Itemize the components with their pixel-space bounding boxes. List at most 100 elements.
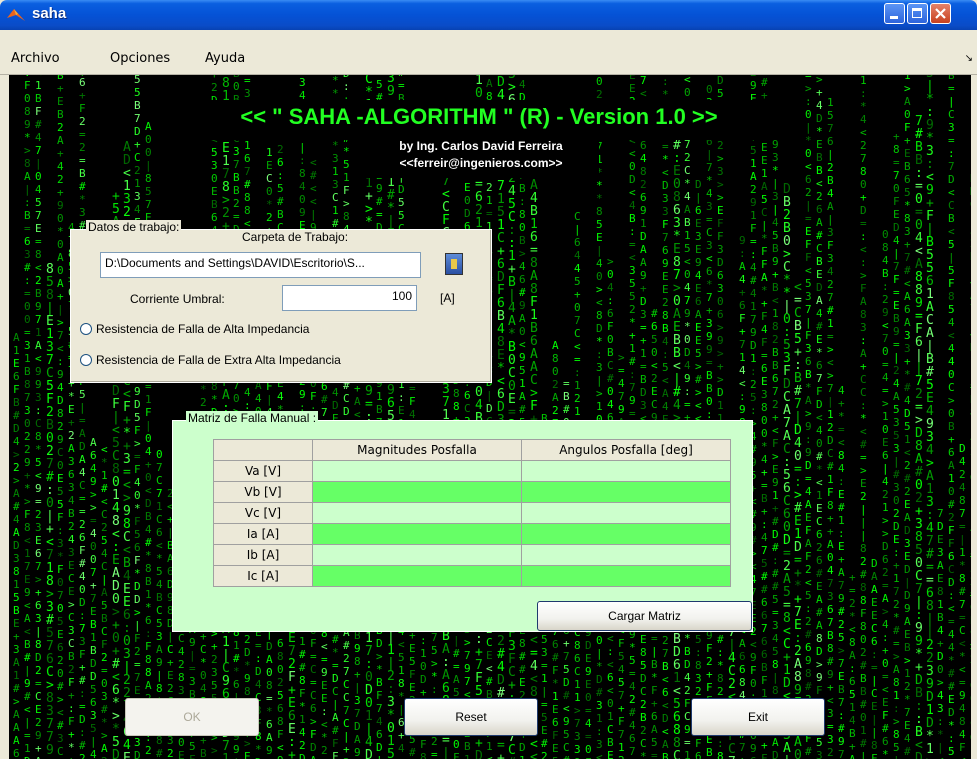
svg-text:=: = [35,495,42,508]
svg-text:=: = [101,664,108,677]
svg-text:4: 4 [816,307,823,320]
svg-text:0: 0 [629,160,636,173]
svg-text:5: 5 [618,650,625,663]
svg-text:2: 2 [431,735,438,748]
svg-text:>: > [882,527,889,540]
svg-text:4: 4 [948,316,955,329]
svg-text:6: 6 [211,211,218,224]
svg-text:1: 1 [904,433,911,446]
svg-text:9: 9 [772,255,779,268]
angle-cell[interactable] [521,565,731,587]
svg-text:F: F [618,637,625,650]
menu-opciones[interactable]: Opciones [110,51,170,66]
svg-text:+: + [860,360,867,373]
svg-text:#: # [35,118,42,131]
svg-text:6: 6 [277,156,284,169]
magnitude-cell[interactable] [312,523,522,545]
svg-text:<: < [101,495,108,508]
svg-text:A: A [651,723,658,736]
svg-text:5: 5 [761,193,768,206]
svg-text:1: 1 [156,500,163,513]
svg-text:D: D [145,497,152,510]
svg-text:1: 1 [332,204,339,217]
svg-text:#: # [816,567,823,580]
svg-text:2: 2 [57,654,64,667]
minimize-button[interactable] [884,3,905,24]
exit-button[interactable]: Exit [691,698,825,736]
menu-archivo[interactable]: Archivo [11,51,60,66]
svg-text:E: E [871,609,878,622]
svg-text:>: > [816,658,823,671]
svg-text:A: A [453,673,460,686]
svg-text:C: C [57,745,64,758]
svg-text:A: A [893,390,900,403]
threshold-input[interactable]: 100 [282,285,417,311]
svg-text:7: 7 [761,622,768,635]
menu-ayuda[interactable]: Ayuda [205,51,245,66]
angle-cell[interactable] [521,502,731,524]
svg-text:>: > [816,75,823,86]
svg-text:5: 5 [277,689,284,702]
svg-text:A: A [57,251,64,264]
magnitude-cell[interactable] [312,481,522,503]
svg-text:F: F [970,497,971,510]
svg-text:<: < [629,251,636,264]
svg-text:6: 6 [750,755,757,759]
svg-text:8: 8 [882,241,889,254]
maximize-button[interactable] [907,3,928,24]
svg-text:+: + [618,702,625,715]
svg-text:=: = [827,720,834,733]
svg-text:|: | [706,148,713,161]
svg-text:2: 2 [35,274,42,287]
svg-text:*: * [332,646,339,659]
high-impedance-radio[interactable]: Resistencia de Falla de Alta Impedancia [80,322,309,336]
magnitude-cell[interactable] [312,565,522,587]
svg-text:C: C [101,625,108,638]
svg-text:+: + [563,637,570,650]
svg-text:9: 9 [684,307,691,320]
angle-cell[interactable] [521,544,731,566]
browse-folder-button[interactable] [445,253,463,275]
magnitude-cell[interactable] [312,544,522,566]
svg-text:C: C [35,417,42,430]
toolbar-arrow-icon[interactable]: ↘ [965,53,973,64]
folder-path-input[interactable]: D:\Documents and Settings\DAVID\Escritor… [100,252,421,278]
angle-cell[interactable] [521,460,731,482]
load-matrix-button[interactable]: Cargar Matriz [537,601,752,631]
svg-text:+: + [90,579,97,592]
svg-text:1: 1 [24,352,31,365]
svg-text:9: 9 [57,199,64,212]
svg-text:7: 7 [739,741,746,754]
svg-text:C: C [948,199,955,212]
svg-text:C: C [343,678,350,691]
svg-text:B: B [772,359,779,372]
svg-text:4: 4 [750,287,757,300]
reset-button[interactable]: Reset [404,698,538,736]
svg-text:+: + [849,571,856,584]
svg-text:7: 7 [706,161,713,174]
magnitude-cell[interactable] [312,460,522,482]
magnitude-cell[interactable] [312,502,522,524]
ok-button[interactable]: OK [125,698,259,736]
svg-text:9: 9 [882,306,889,319]
svg-text:D: D [464,207,471,220]
svg-text:>: > [805,407,812,420]
radio-circle[interactable] [80,323,92,335]
svg-text:*: * [134,502,141,515]
svg-text:>: > [596,283,603,296]
angle-cell[interactable] [521,523,731,545]
svg-text:2: 2 [57,420,64,433]
svg-text:5: 5 [717,87,724,100]
svg-text:7: 7 [35,209,42,222]
svg-text:A: A [79,427,86,440]
close-button[interactable] [930,3,951,24]
extra-high-impedance-radio[interactable]: Resistencia de Falla de Extra Alta Imped… [80,353,341,367]
svg-text:=: = [629,667,636,680]
svg-text:3: 3 [57,732,64,745]
svg-text:2: 2 [893,364,900,377]
angle-cell[interactable] [521,481,731,503]
svg-text:2: 2 [13,461,20,474]
radio-circle[interactable] [80,354,92,366]
svg-text:8: 8 [827,499,834,512]
svg-text:3: 3 [761,388,768,401]
